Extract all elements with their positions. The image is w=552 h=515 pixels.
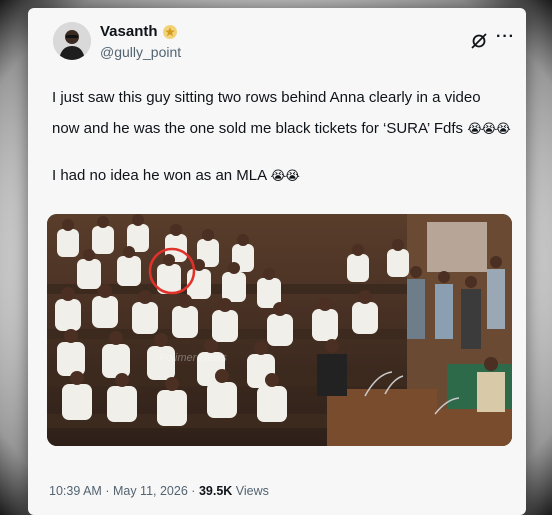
grok-icon[interactable] (470, 32, 488, 50)
views-count: 39.5K (198, 484, 233, 498)
crying-emoji: 😭😭😭 (467, 121, 511, 136)
tweet-text-line-3-text: I had no idea he won as an MLA (52, 167, 267, 184)
tweet-text-line-2: now and he was the one sold me black tic… (52, 119, 512, 139)
watermark-text: Polimer News (159, 352, 227, 364)
tweet-media-image[interactable]: Polimer News (47, 214, 512, 446)
author-handle[interactable]: @gully_point (100, 44, 181, 60)
avatar[interactable] (53, 22, 91, 60)
separator-dot: · (191, 484, 196, 498)
separator-dot: · (105, 484, 110, 498)
tweet-text-line-3: I had no idea he won as an MLA 😭😭 (52, 166, 512, 186)
tweet-card: Vasanth @gully_point ··· I just saw this… (28, 8, 526, 515)
avatar-image (53, 22, 91, 60)
star-badge-icon (162, 24, 178, 40)
tweet-text-line-1: I just saw this guy sitting two rows beh… (52, 89, 481, 106)
tweet-time[interactable]: 10:39 AM (49, 484, 102, 498)
author-name-row[interactable]: Vasanth (100, 23, 178, 40)
assembly-photo (47, 214, 512, 446)
views-label: Views (235, 484, 269, 498)
tweet-date[interactable]: May 11, 2026 (113, 484, 188, 498)
author-name[interactable]: Vasanth (100, 23, 158, 40)
more-options-icon[interactable]: ··· (496, 28, 515, 46)
tweet-meta: 10:39 AM · May 11, 2026 · 39.5K Views (49, 484, 269, 498)
tweet-text-line-2-text: now and he was the one sold me black tic… (52, 120, 464, 137)
crying-emoji: 😭😭 (270, 168, 300, 183)
